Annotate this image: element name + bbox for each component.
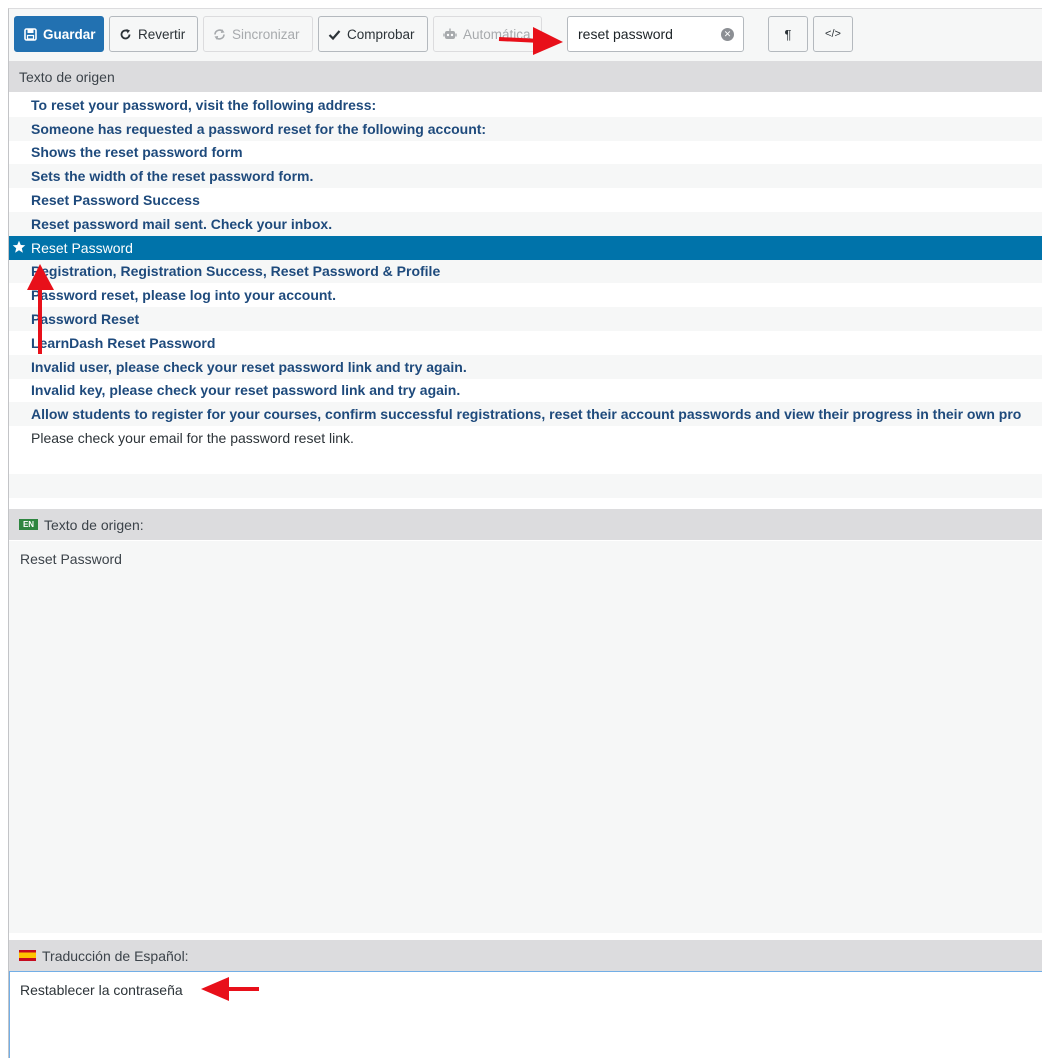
undo-icon bbox=[120, 28, 131, 39]
checkmark-icon bbox=[328, 29, 341, 40]
translation-box bbox=[9, 971, 1042, 1058]
list-item[interactable]: Invalid user, please check your reset pa… bbox=[9, 354, 1042, 379]
sync-button-label: Sincronizar bbox=[232, 26, 300, 42]
list-item[interactable]: Invalid key, please check your reset pas… bbox=[9, 379, 1042, 403]
sync-icon bbox=[214, 28, 225, 40]
spanish-flag-icon bbox=[19, 950, 36, 961]
list-item[interactable]: Password Reset bbox=[9, 307, 1042, 331]
list-item[interactable]: Someone has requested a password reset f… bbox=[9, 116, 1042, 141]
toggle-code-button[interactable]: </> bbox=[813, 16, 853, 52]
list-spacer bbox=[9, 449, 1042, 474]
translation-header: Traducción de Español: bbox=[9, 940, 1042, 971]
clear-search-icon[interactable]: ✕ bbox=[721, 28, 734, 41]
search-box: ✕ bbox=[567, 16, 744, 52]
sync-button[interactable]: Sincronizar bbox=[203, 16, 313, 52]
list-spacer bbox=[9, 473, 1042, 498]
list-item[interactable]: Reset Password Success bbox=[9, 188, 1042, 212]
list-item[interactable]: Registration, Registration Success, Rese… bbox=[9, 259, 1042, 284]
robot-icon bbox=[443, 28, 457, 39]
list-item[interactable]: Sets the width of the reset password for… bbox=[9, 164, 1042, 189]
list-header-label: Texto de origen bbox=[19, 68, 115, 85]
editor-frame: Guardar Revertir Sincronizar Comprobar A… bbox=[8, 8, 1042, 1058]
annotation-arrow-icon bbox=[498, 27, 563, 55]
source-header: EN Texto de origen: bbox=[9, 509, 1042, 540]
save-button[interactable]: Guardar bbox=[14, 16, 104, 52]
revert-button-label: Revertir bbox=[138, 26, 186, 42]
annotation-arrow-icon bbox=[201, 977, 259, 1001]
list-item[interactable]: Shows the reset password form bbox=[9, 141, 1042, 165]
list-item[interactable]: Reset password mail sent. Check your inb… bbox=[9, 211, 1042, 236]
translation-input[interactable] bbox=[20, 982, 1032, 1058]
source-header-label: Texto de origen: bbox=[44, 516, 144, 533]
search-input[interactable] bbox=[578, 26, 718, 42]
check-button-label: Comprobar bbox=[347, 26, 415, 42]
list-item-selected[interactable]: Reset Password bbox=[9, 235, 1042, 260]
list-item[interactable]: Please check your email for the password… bbox=[9, 426, 1042, 450]
source-text-panel: Reset Password bbox=[9, 541, 1042, 933]
list-item[interactable]: To reset your password, visit the follow… bbox=[9, 93, 1042, 117]
english-flag-icon: EN bbox=[19, 519, 38, 530]
save-icon bbox=[24, 27, 37, 41]
source-string-list: To reset your password, visit the follow… bbox=[9, 93, 1042, 503]
source-text: Reset Password bbox=[20, 551, 122, 567]
save-button-label: Guardar bbox=[43, 26, 96, 42]
list-item[interactable]: LearnDash Reset Password bbox=[9, 331, 1042, 355]
check-button[interactable]: Comprobar bbox=[318, 16, 428, 52]
translation-header-label: Traducción de Español: bbox=[42, 947, 189, 964]
toggle-invisibles-button[interactable]: ¶ bbox=[768, 16, 808, 52]
annotation-arrow-icon bbox=[27, 264, 54, 354]
pilcrow-icon: ¶ bbox=[784, 26, 792, 42]
revert-button[interactable]: Revertir bbox=[109, 16, 198, 52]
list-header: Texto de origen bbox=[9, 61, 1042, 92]
star-icon bbox=[12, 240, 26, 253]
list-item[interactable]: Allow students to register for your cour… bbox=[9, 402, 1042, 427]
code-icon: </> bbox=[825, 28, 841, 40]
list-item[interactable]: Password reset, please log into your acc… bbox=[9, 283, 1042, 307]
